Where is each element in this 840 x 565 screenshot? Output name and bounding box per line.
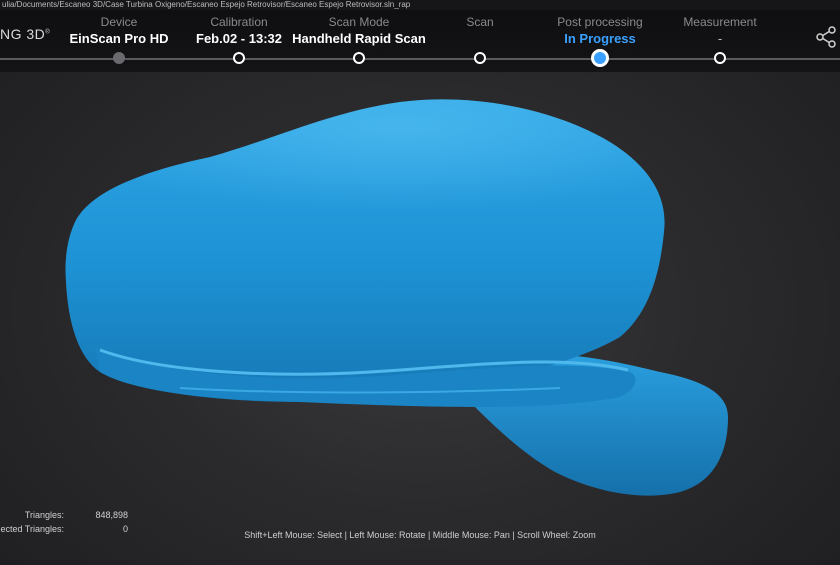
- scan-mesh-model[interactable]: [0, 72, 840, 560]
- triangles-label: Triangles:: [24, 510, 64, 520]
- step-scan-dot[interactable]: [474, 52, 486, 64]
- mouse-hint: Shift+Left Mouse: Select | Left Mouse: R…: [244, 530, 596, 540]
- step-measurement[interactable]: Measurement -: [645, 10, 795, 64]
- step-scan-mode-value: Handheld Rapid Scan: [292, 31, 426, 46]
- triangles-value: 848,898: [95, 510, 128, 520]
- step-measurement-dot[interactable]: [714, 52, 726, 64]
- step-post-processing-dot[interactable]: [591, 49, 609, 67]
- step-measurement-label: Measurement: [683, 15, 757, 29]
- step-scan-mode-dot[interactable]: [353, 52, 365, 64]
- step-measurement-value: -: [717, 31, 723, 46]
- share-icon[interactable]: [814, 24, 840, 50]
- step-device-dot[interactable]: [113, 52, 125, 64]
- triangles-row: Triangles: 848,898: [0, 508, 128, 522]
- step-calibration-dot[interactable]: [233, 52, 245, 64]
- 3d-viewport[interactable]: [0, 72, 840, 560]
- brand-logo: NG 3D®: [0, 26, 50, 42]
- file-path: ulia/Documents/Escaneo 3D/Case Turbina O…: [0, 0, 840, 10]
- workflow-header: NG 3D® Device EinScan Pro HD Calibration…: [0, 10, 840, 72]
- brand-name: NG 3D: [0, 26, 46, 42]
